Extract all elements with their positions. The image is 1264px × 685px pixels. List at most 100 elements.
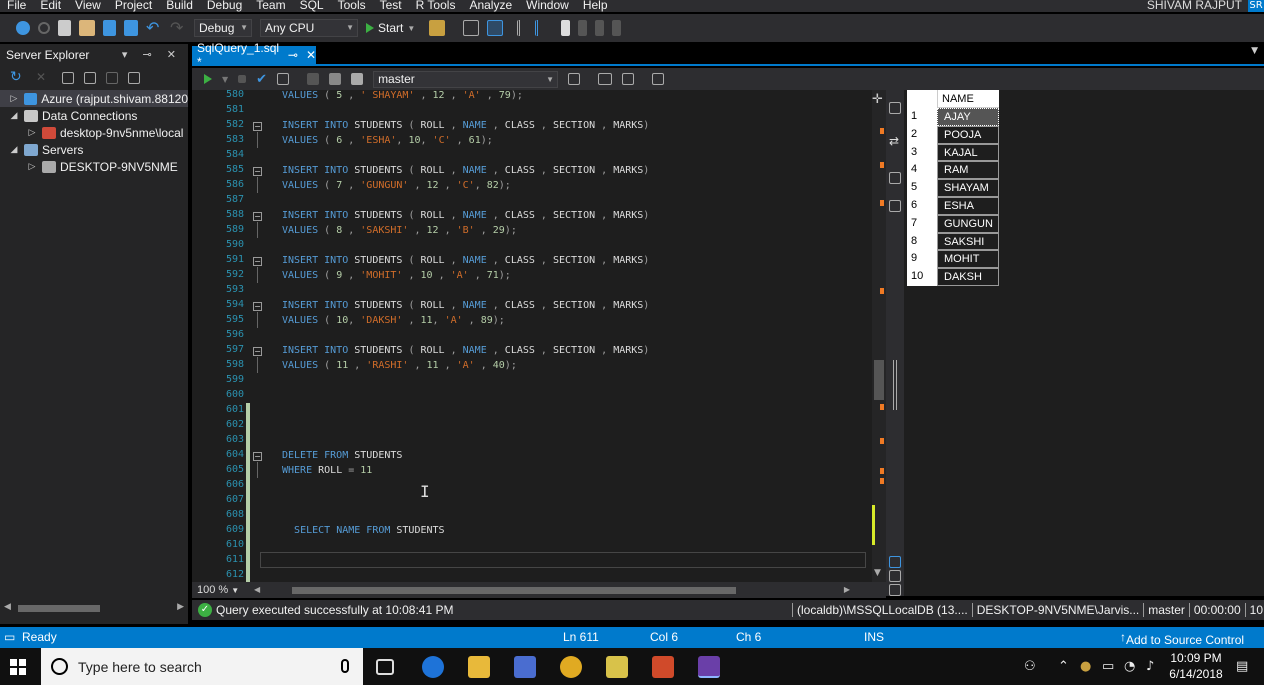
table-cell[interactable]: POOJA (937, 125, 999, 144)
panel-controls[interactable]: ▾ ⊸ ✕ (122, 48, 182, 61)
tree-item[interactable]: ◢ Data Connections (0, 107, 188, 124)
horizontal-scrollbar[interactable]: ◀ ▶ (252, 585, 864, 595)
expander-icon[interactable]: ▷ (26, 127, 38, 138)
people-icon[interactable]: ⚇ (1024, 659, 1036, 674)
edge-icon[interactable] (422, 656, 444, 678)
connect-sharepoint-icon[interactable] (106, 72, 118, 84)
new-query-icon[interactable] (568, 73, 581, 85)
code-line[interactable]: INSERT INTO STUDENTS ( ROLL , NAME , CLA… (282, 253, 649, 268)
disconnect-icon[interactable] (329, 73, 342, 85)
include-plan-icon[interactable] (622, 73, 635, 85)
code-line[interactable]: INSERT INTO STUDENTS ( ROLL , NAME , CLA… (282, 208, 649, 223)
user-avatar[interactable]: SR (1248, 0, 1264, 12)
battery-icon[interactable]: ▭ (1102, 659, 1114, 674)
chrome-icon[interactable] (560, 656, 582, 678)
scroll-thumb[interactable] (18, 605, 100, 612)
scroll-left-icon[interactable]: ◀ (4, 602, 11, 612)
source-control-button[interactable]: ↑ Add to Source Control (1120, 630, 1244, 647)
client-statistics-icon[interactable] (652, 73, 665, 85)
start-button[interactable]: Start ▼ (366, 21, 415, 35)
code-line[interactable]: WHERE ROLL = 11 (282, 463, 372, 478)
system-clock[interactable]: 10:09 PM 6/14/2018 (1168, 650, 1224, 682)
back-icon[interactable] (16, 21, 30, 35)
new-project-icon[interactable] (58, 20, 71, 36)
menu-item-test[interactable]: Test (373, 0, 409, 11)
scroll-down-icon[interactable]: ▼ (874, 568, 881, 578)
grid-corner[interactable] (907, 90, 937, 108)
scroll-thumb[interactable] (874, 360, 884, 400)
row-number[interactable]: 3 (907, 143, 937, 162)
collapse-icon[interactable]: − (253, 257, 262, 266)
platform-select[interactable]: Any CPU ▼ (260, 19, 358, 37)
zoom-select[interactable]: 100 % ▼ (192, 584, 252, 596)
tree-item[interactable]: ◢ Servers (0, 141, 188, 158)
collapse-icon[interactable]: − (253, 302, 262, 311)
menu-item-edit[interactable]: Edit (33, 0, 68, 11)
menu-item-tools[interactable]: Tools (331, 0, 373, 11)
bookmark-clear-icon[interactable] (612, 20, 622, 36)
menu-item-help[interactable]: Help (576, 0, 615, 11)
row-number[interactable]: 7 (907, 214, 937, 233)
onedrive-icon[interactable]: ● (1080, 659, 1091, 674)
layout-icon[interactable] (463, 20, 480, 36)
scroll-right-icon[interactable]: ▶ (177, 602, 184, 612)
pin-icon[interactable]: ⊸ (288, 48, 298, 62)
estimated-plan-icon[interactable] (277, 73, 290, 85)
code-line[interactable]: INSERT INTO STUDENTS ( ROLL , NAME , CLA… (282, 163, 649, 178)
table-row[interactable]: 1 AJAY (907, 108, 999, 126)
save-icon[interactable] (103, 20, 116, 36)
volume-icon[interactable]: ♪ (1146, 659, 1154, 674)
table-row[interactable]: 6 ESHA (907, 196, 999, 215)
stop-icon[interactable]: ✕ (36, 70, 52, 86)
swap-icon[interactable]: ⇄ (889, 134, 899, 148)
attach-icon[interactable] (429, 20, 446, 36)
code-line[interactable]: VALUES ( 8 , 'SAKSHI' , 12 , 'B' , 29); (282, 223, 517, 238)
menu-item-file[interactable]: File (0, 0, 33, 11)
tab-list-icon[interactable]: ▼ (1251, 46, 1258, 56)
bookmark-icon[interactable] (561, 20, 571, 36)
scroll-left-icon[interactable]: ◀ (254, 585, 260, 594)
powerpoint-icon[interactable] (652, 656, 674, 678)
table-cell[interactable]: ESHA (937, 196, 999, 215)
connect-icon[interactable] (307, 73, 320, 85)
tree-item[interactable]: ▷ Azure (rajput.shivam.88120 (0, 90, 188, 107)
table-row[interactable]: 10 DAKSH (907, 268, 999, 286)
code-line[interactable]: INSERT INTO STUDENTS ( ROLL , NAME , CLA… (282, 298, 649, 313)
table-row[interactable]: 8 SAKSHI (907, 232, 999, 251)
code-line[interactable]: VALUES ( 5 , ' SHAYAM' , 12 , 'A' , 79); (282, 90, 523, 103)
refresh-icon[interactable]: ↻ (10, 70, 26, 86)
store-icon[interactable] (514, 656, 536, 678)
pin-panel-icon[interactable] (889, 102, 901, 114)
table-cell[interactable]: RAM (937, 161, 999, 180)
taskbar-search[interactable]: Type here to search (41, 648, 363, 685)
code-line[interactable]: VALUES ( 6 , 'ESHA', 10, 'C' , 61); (282, 133, 493, 148)
notifications-icon[interactable]: ▤ (1236, 659, 1248, 674)
task-view-icon[interactable] (376, 659, 394, 675)
split-icon[interactable]: ✛ (872, 92, 883, 107)
code-line[interactable]: VALUES ( 10, 'DAKSH' , 11, 'A' , 89); (282, 313, 505, 328)
open-folder-icon[interactable] (79, 20, 95, 36)
visual-studio-icon[interactable] (698, 656, 720, 678)
splitter-handle[interactable] (893, 360, 897, 410)
menu-item-window[interactable]: Window (519, 0, 576, 11)
table-cell[interactable]: SAKSHI (937, 232, 999, 251)
change-connection-icon[interactable] (351, 73, 364, 85)
windows-start-icon[interactable] (10, 659, 26, 675)
document-icon[interactable] (889, 200, 901, 212)
layout-selected-icon[interactable] (487, 20, 504, 36)
code-line[interactable]: INSERT INTO STUDENTS ( ROLL , NAME , CLA… (282, 118, 649, 133)
row-number[interactable]: 1 (907, 108, 937, 126)
horizontal-scrollbar[interactable]: ◀ ▶ (0, 602, 188, 614)
menu-item-debug[interactable]: Debug (200, 0, 249, 11)
code-line[interactable]: DELETE FROM STUDENTS (282, 448, 402, 463)
code-line[interactable]: INSERT INTO STUDENTS ( ROLL , NAME , CLA… (282, 343, 649, 358)
table-cell[interactable]: KAJAL (937, 143, 999, 162)
sql-editor[interactable]: 580 581 582−583 584 585−586 587 588−589 590 591−… (192, 90, 872, 582)
menu-item-r-tools[interactable]: R Tools (409, 0, 463, 11)
menu-item-team[interactable]: Team (249, 0, 292, 11)
messages-pane-icon[interactable] (889, 570, 901, 582)
table-cell[interactable]: DAKSH (937, 268, 999, 286)
row-number[interactable]: 6 (907, 196, 937, 215)
results-grid[interactable]: NAME 1 AJAY 2 POOJA 3 KAJAL 4 RAM 5 SHAYAM 6 ESHA 7 G… (907, 90, 999, 286)
chevron-down-icon[interactable]: ▼ (222, 75, 228, 84)
